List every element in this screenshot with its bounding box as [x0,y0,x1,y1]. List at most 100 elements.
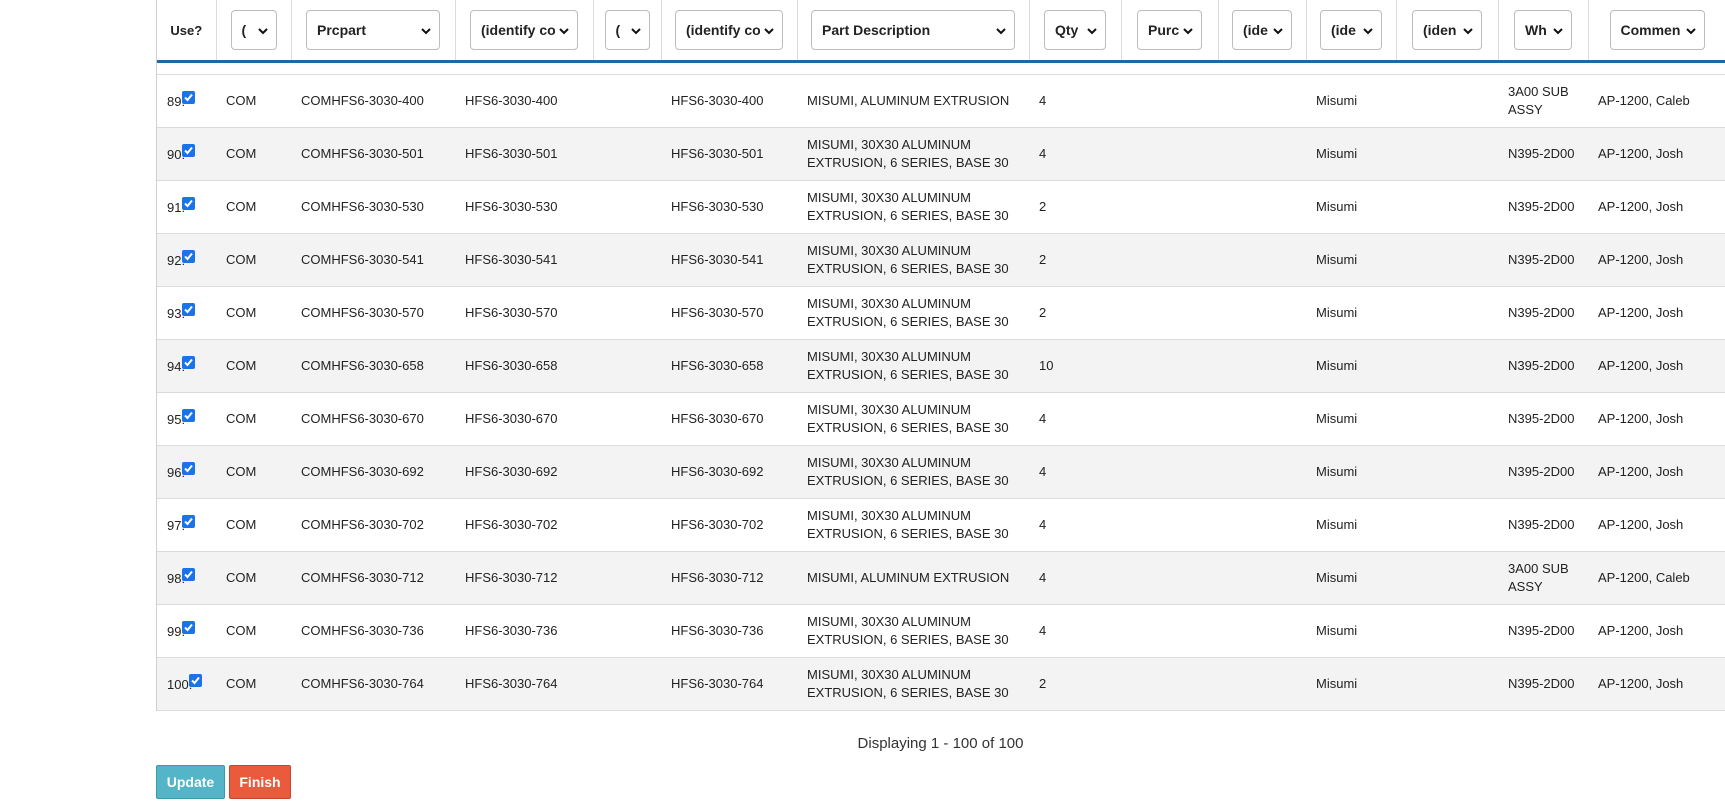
qty-cell: 2 [1029,180,1121,234]
pagination-summary: Displaying 1 - 100 of 100 [857,735,1024,752]
table-row: 98: COM COMHFS6-3030-712 HFS6-3030-712 HFS6-… [157,551,1725,605]
finish-button[interactable]: Finish [229,765,291,799]
use-checkbox[interactable] [182,621,196,634]
identify-code-cell-2: HFS6-3030-658 [661,339,797,393]
select-label: (ide [1331,22,1356,38]
use-checkbox[interactable] [182,197,196,210]
purchase-cell [1121,339,1218,393]
chevron-down-icon [992,22,1006,38]
purchase-cell [1121,74,1218,128]
iden-cell [1396,657,1498,711]
select-label: ( [615,22,621,38]
header-cell: Wh [1498,0,1589,63]
prcpart-cell: COMHFS6-3030-702 [291,498,455,552]
description-cell: MISUMI, ALUMINUM EXTRUSION [797,551,1029,605]
table-row: 93: COM COMHFS6-3030-570 HFS6-3030-570 HFS6-… [157,286,1725,340]
use-header: Use? [157,0,217,63]
iden-cell [1396,286,1498,340]
header-cell: Qty [1029,0,1122,63]
identify-code-cell-2: HFS6-3030-530 [661,180,797,234]
chevron-down-icon [760,22,774,38]
select-label: (identify co [481,22,555,38]
iden-select[interactable]: (iden [1412,10,1482,50]
iden-cell [1396,127,1498,181]
use-checkbox[interactable] [182,250,196,263]
use-checkbox[interactable] [182,409,196,422]
header-cell: Part Description [797,0,1030,63]
col1-select[interactable]: ( [230,10,277,50]
use-checkbox[interactable] [182,356,196,369]
purchase-cell [1121,551,1218,605]
ide-select-2[interactable]: (ide [1320,10,1382,50]
wh-select[interactable]: Wh [1514,10,1572,50]
identify-code-cell-1: HFS6-3030-736 [455,604,593,658]
prcpart-cell: COMHFS6-3030-736 [291,604,455,658]
vendor-cell: Misumi [1306,445,1396,499]
table-row: 90: COM COMHFS6-3030-501 HFS6-3030-501 HFS6-… [157,127,1725,181]
row-number-cell: 90: [157,127,216,181]
use-checkbox[interactable] [189,674,203,687]
header-cell: (ide [1218,0,1307,63]
description-cell: MISUMI, ALUMINUM EXTRUSION [797,74,1029,128]
type-cell: COM [216,657,291,711]
use-checkbox[interactable] [182,91,196,104]
type-cell: COM [216,74,291,128]
row-number-cell: 99: [157,604,216,658]
table-row: 95: COM COMHFS6-3030-670 HFS6-3030-670 HFS6-… [157,392,1725,446]
prcpart-select[interactable]: Prcpart [306,10,440,50]
vendor-cell: Misumi [1306,233,1396,287]
purchase-select[interactable]: Purc [1137,10,1202,50]
identify-code-cell-1: HFS6-3030-670 [455,392,593,446]
select-label: (identify co [686,22,760,38]
use-checkbox[interactable] [182,568,196,581]
col4-cell [593,604,661,658]
identify-code-cell-2: HFS6-3030-702 [661,498,797,552]
wh-cell: N395-2D00 [1498,339,1588,393]
ide-cell [1218,445,1306,499]
chevron-down-icon [1459,22,1473,38]
update-button[interactable]: Update [156,765,225,799]
ide-cell [1218,392,1306,446]
use-checkbox[interactable] [182,515,196,528]
prcpart-cell: COMHFS6-3030-692 [291,445,455,499]
col4-select[interactable]: ( [604,10,650,50]
prcpart-cell: COMHFS6-3030-501 [291,127,455,181]
type-cell: COM [216,339,291,393]
comment-cell: AP-1200, Josh [1588,233,1725,287]
comment-cell: AP-1200, Caleb [1588,551,1725,605]
part-description-select[interactable]: Part Description [811,10,1015,50]
purchase-cell [1121,445,1218,499]
iden-cell [1396,392,1498,446]
identify-code-cell-1: HFS6-3030-501 [455,127,593,181]
vendor-cell: Misumi [1306,657,1396,711]
use-checkbox[interactable] [182,303,196,316]
qty-cell: 4 [1029,127,1121,181]
prcpart-cell: COMHFS6-3030-400 [291,74,455,128]
use-checkbox[interactable] [182,144,196,157]
row-number-cell: 92: [157,233,216,287]
col4-cell [593,74,661,128]
ide-select-1[interactable]: (ide [1232,10,1292,50]
ide-cell [1218,180,1306,234]
col4-cell [593,127,661,181]
use-checkbox[interactable] [182,462,196,475]
iden-cell [1396,339,1498,393]
comment-cell: AP-1200, Josh [1588,604,1725,658]
qty-select[interactable]: Qty [1044,10,1106,50]
ide-cell [1218,74,1306,128]
chevron-down-icon [1549,22,1563,38]
identify-code-select-1[interactable]: (identify co [470,10,578,50]
comment-cell: AP-1200, Josh [1588,657,1725,711]
table-body: 89: COM COMHFS6-3030-400 HFS6-3030-400 HFS6-… [157,61,1725,711]
header-cell: (ide [1306,0,1397,63]
col4-cell [593,445,661,499]
identify-code-cell-1: HFS6-3030-702 [455,498,593,552]
vendor-cell: Misumi [1306,339,1396,393]
table-row: 89: COM COMHFS6-3030-400 HFS6-3030-400 HFS6-… [157,74,1725,128]
description-cell: MISUMI, 30X30 ALUMINUM EXTRUSION, 6 SERI… [797,445,1029,499]
qty-cell: 4 [1029,604,1121,658]
identify-code-select-2[interactable]: (identify co [675,10,783,50]
header-cell: (identify co [455,0,594,63]
comment-select[interactable]: Commen [1609,10,1705,50]
identify-code-cell-1: HFS6-3030-658 [455,339,593,393]
